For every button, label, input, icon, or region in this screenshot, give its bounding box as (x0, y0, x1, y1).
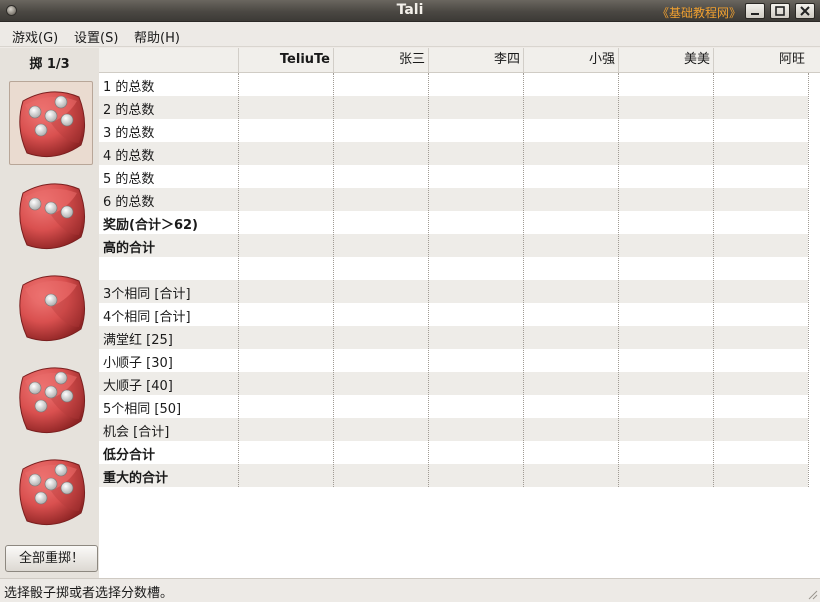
die-1[interactable] (9, 81, 93, 165)
score-row-label: 3个相同 [合计] (103, 287, 191, 302)
menu-help[interactable]: 帮助(H) (134, 27, 180, 46)
score-row[interactable]: 5 的总数 (99, 165, 808, 188)
score-row[interactable]: 重大的合计 (99, 464, 808, 487)
die-5[interactable] (9, 449, 93, 533)
score-table-header: TeliuTe 张三 李四 小强 美美 阿旺 (99, 48, 820, 73)
score-row-label: 高的合计 (103, 241, 156, 256)
score-row[interactable]: 1 的总数 (99, 73, 808, 96)
roll-counter: 掷 1/3 (29, 57, 70, 72)
score-row-label: 6 的总数 (103, 195, 155, 210)
score-table: TeliuTe 张三 李四 小强 美美 阿旺 1 的总数 2 的总数 3 的总数 4 的总数 5 … (99, 48, 820, 578)
close-button[interactable] (795, 3, 815, 19)
die-4[interactable] (9, 357, 93, 441)
score-row-label: 机会 [合计] (103, 425, 170, 440)
column-divider (333, 73, 334, 487)
score-row-label: 满堂红 [25] (103, 333, 173, 348)
score-row-label: 大顺子 [40] (103, 379, 173, 394)
score-row-label: 5个相同 [50] (103, 402, 182, 417)
die-3[interactable] (9, 265, 93, 349)
column-divider (618, 73, 619, 487)
column-divider (428, 73, 429, 487)
die-face-icon (19, 91, 85, 158)
maximize-button[interactable] (770, 3, 790, 19)
score-row[interactable]: 高的合计 (99, 234, 808, 257)
column-divider (523, 73, 524, 487)
score-row[interactable]: 3个相同 [合计] (99, 280, 808, 303)
player-header-6[interactable]: 阿旺 (713, 48, 808, 73)
score-row-label: 小顺子 [30] (103, 356, 173, 371)
menu-game[interactable]: 游戏(G) (12, 27, 58, 46)
score-row-label: 低分合计 (103, 448, 156, 463)
close-icon (800, 6, 810, 16)
player-header-2[interactable]: 张三 (333, 48, 428, 73)
score-row[interactable]: 5个相同 [50] (99, 395, 808, 418)
player-header-3[interactable]: 李四 (428, 48, 523, 73)
die-face-icon (19, 459, 85, 526)
score-row-label: 3 的总数 (103, 126, 155, 141)
score-row-label: 奖励(合计＞62) (103, 218, 198, 233)
score-row-label: 5 的总数 (103, 172, 155, 187)
menu-settings[interactable]: 设置(S) (74, 27, 118, 46)
watermark-text: 《基础教程网》 (657, 6, 742, 20)
score-row[interactable]: 4个相同 [合计] (99, 303, 808, 326)
resize-grip-icon[interactable] (806, 588, 818, 600)
minimize-button[interactable] (745, 3, 765, 19)
score-row[interactable]: 满堂红 [25] (99, 326, 808, 349)
column-divider (808, 73, 809, 487)
score-row[interactable] (99, 257, 808, 280)
score-row[interactable]: 机会 [合计] (99, 418, 808, 441)
dice-panel: 掷 1/3 全部重掷！ (0, 48, 99, 578)
player-header-4[interactable]: 小强 (523, 48, 618, 73)
score-row[interactable]: 奖励(合计＞62) (99, 211, 808, 234)
player-header-1[interactable]: TeliuTe (238, 48, 333, 73)
menu-bar: 游戏(G) 设置(S) 帮助(H) (0, 22, 820, 47)
status-text: 选择骰子掷或者选择分数槽。 (4, 586, 174, 601)
score-row[interactable]: 6 的总数 (99, 188, 808, 211)
player-header-5[interactable]: 美美 (618, 48, 713, 73)
reroll-all-button[interactable]: 全部重掷！ (5, 545, 98, 572)
column-divider (238, 73, 239, 487)
score-row[interactable]: 2 的总数 (99, 96, 808, 119)
maximize-icon (775, 6, 785, 16)
score-row[interactable]: 小顺子 [30] (99, 349, 808, 372)
score-row[interactable]: 低分合计 (99, 441, 808, 464)
title-bar: Tali 《基础教程网》 (0, 0, 820, 22)
score-row-label: 4 的总数 (103, 149, 155, 164)
score-row[interactable]: 3 的总数 (99, 119, 808, 142)
score-row[interactable]: 大顺子 [40] (99, 372, 808, 395)
header-corner (99, 48, 238, 73)
score-row-label: 4个相同 [合计] (103, 310, 191, 325)
status-bar: 选择骰子掷或者选择分数槽。 (0, 578, 820, 602)
die-2[interactable] (9, 173, 93, 257)
die-face-icon (19, 275, 85, 342)
score-row-label: 2 的总数 (103, 103, 155, 118)
die-face-icon (19, 183, 85, 250)
score-row-label: 重大的合计 (103, 471, 169, 486)
score-row[interactable]: 4 的总数 (99, 142, 808, 165)
die-face-icon (19, 367, 85, 434)
minimize-icon (751, 13, 759, 15)
score-row-label: 1 的总数 (103, 80, 155, 95)
column-divider (713, 73, 714, 487)
